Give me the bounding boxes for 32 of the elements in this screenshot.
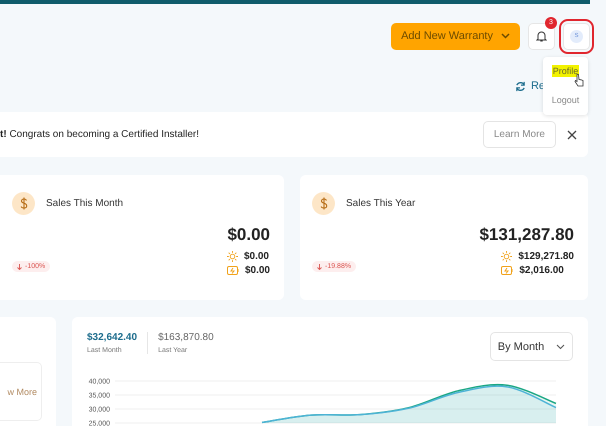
- sales-total: $131,287.80: [479, 225, 574, 245]
- dollar-icon: [312, 192, 335, 215]
- add-warranty-button[interactable]: Add New Warranty: [391, 22, 520, 50]
- solar-amount: $0.00: [244, 251, 269, 262]
- sun-icon: [501, 251, 512, 262]
- battery-icon: [501, 266, 514, 275]
- notifications-button[interactable]: [528, 22, 555, 50]
- banner-message: t! Congrats on becoming a Certified Installer!: [0, 129, 200, 140]
- bell-icon: [536, 30, 547, 42]
- menu-item[interactable]: Logout: [550, 94, 580, 106]
- sun-icon: [226, 251, 238, 262]
- last-year-value: $163,870.80: [158, 332, 214, 343]
- period-dropdown[interactable]: By Month: [490, 332, 573, 361]
- chevron-icon: [501, 33, 510, 39]
- battery-icon: [226, 266, 239, 275]
- battery-amount: $0.00: [244, 265, 270, 276]
- sales-total: $0.00: [227, 225, 270, 245]
- view-more-button[interactable]: w More: [0, 362, 42, 421]
- card-title: Sales This Year: [346, 198, 416, 209]
- battery-amount: $2,016.00: [519, 265, 564, 276]
- close-icon[interactable]: [566, 128, 578, 140]
- dollar-icon: [12, 192, 35, 215]
- solar-amount: $129,271.80: [518, 251, 574, 262]
- learn-more-button[interactable]: Learn More: [482, 121, 556, 148]
- menu-item[interactable]: Profile: [552, 65, 580, 77]
- arrow-down-icon: [17, 264, 22, 270]
- hand-cursor-icon: [574, 73, 584, 87]
- card-title: Sales This Month: [46, 198, 124, 209]
- refresh-icon: [514, 80, 526, 92]
- arrow-down-icon: [317, 264, 322, 270]
- last-month-value: $32,642.40: [87, 332, 138, 343]
- chevron-icon: [556, 344, 566, 350]
